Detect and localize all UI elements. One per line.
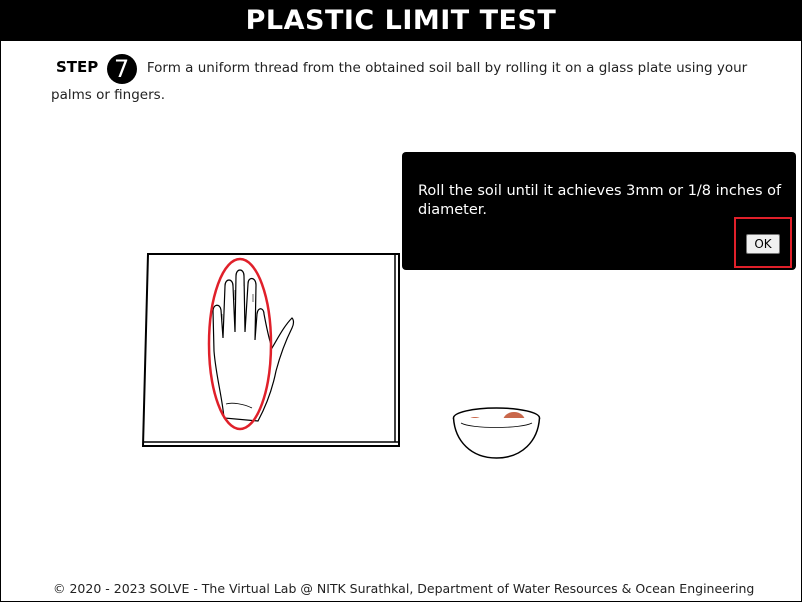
soil-bowl[interactable] (449, 401, 544, 463)
step-number-badge: 7 (106, 54, 137, 84)
app-frame: PLASTIC LIMIT TEST STEP 7 Form a uniform… (0, 0, 802, 602)
page-title: PLASTIC LIMIT TEST (245, 5, 557, 36)
popup-message: Roll the soil until it achieves 3mm or 1… (418, 183, 782, 218)
step-label: STEP (56, 58, 99, 76)
footer-copyright: © 2020 - 2023 SOLVE - The Virtual Lab @ … (53, 581, 755, 596)
hand-icon[interactable] (206, 256, 301, 436)
ok-button[interactable]: OK (746, 234, 780, 254)
step-instruction: STEP 7 Form a uniform thread from the ob… (51, 54, 791, 106)
title-bar: PLASTIC LIMIT TEST (1, 1, 801, 41)
step-text: Form a uniform thread from the obtained … (51, 60, 748, 103)
